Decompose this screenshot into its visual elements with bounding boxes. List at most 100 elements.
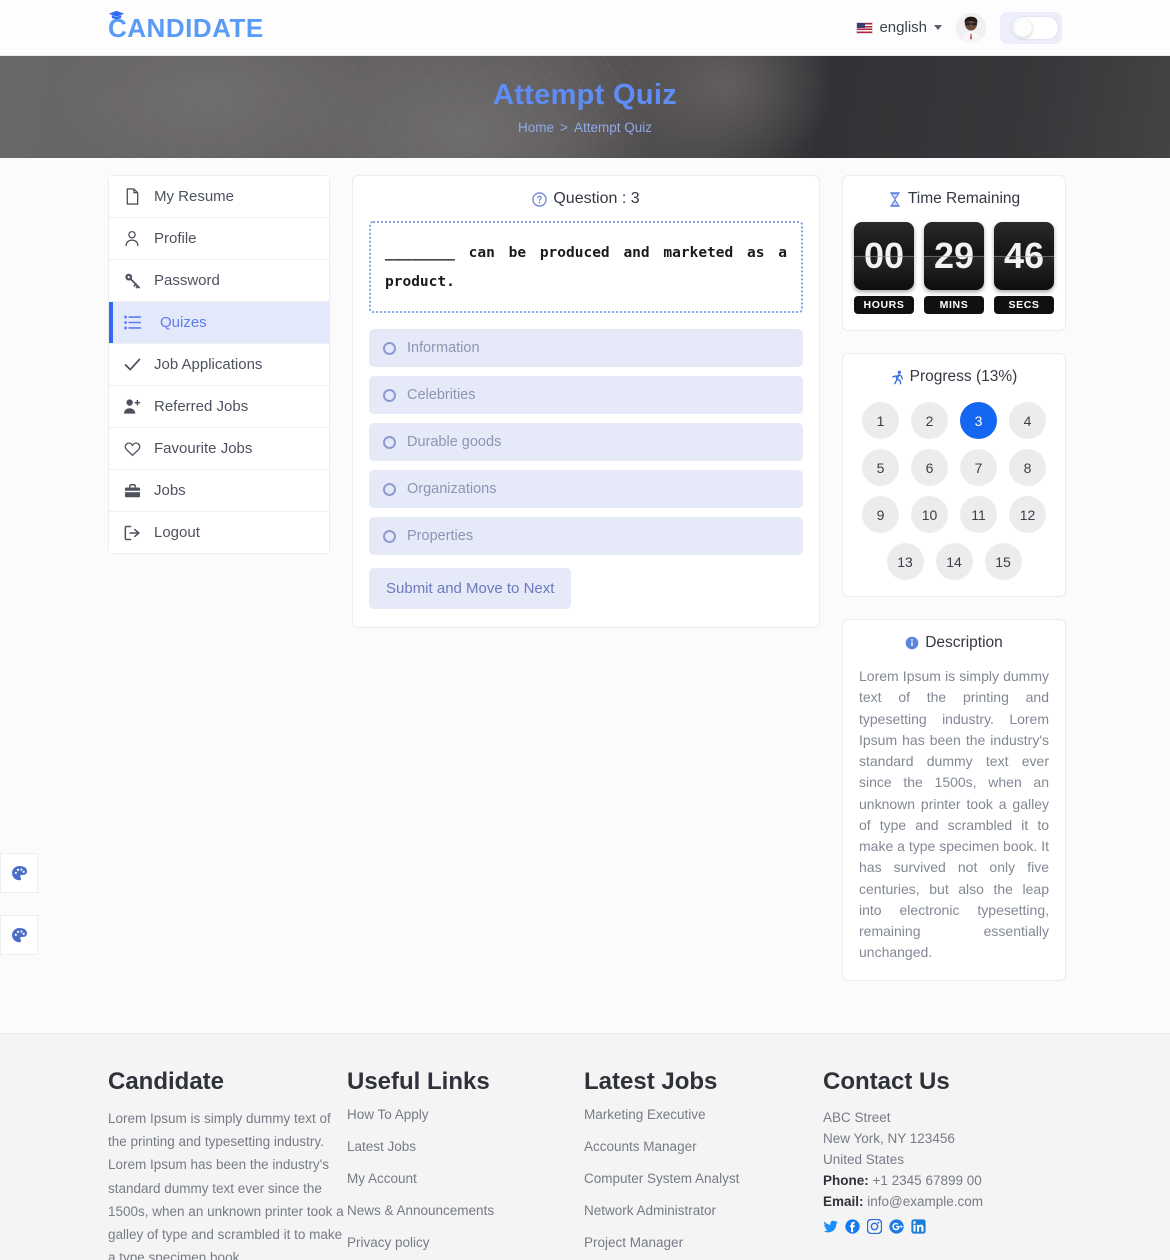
radio-icon[interactable] bbox=[383, 388, 396, 402]
sidebar-item-favourite-jobs[interactable]: Favourite Jobs bbox=[109, 428, 329, 470]
answer-option[interactable]: Organizations bbox=[369, 470, 803, 508]
sidebar-item-password[interactable]: Password bbox=[109, 260, 329, 302]
footer-latest-jobs-column: Latest Jobs Marketing Executive Accounts … bbox=[584, 1068, 823, 1260]
sidebar-item-quizes[interactable]: Quizes bbox=[109, 302, 329, 344]
briefcase-icon bbox=[123, 483, 141, 499]
answer-option[interactable]: Celebrities bbox=[369, 376, 803, 414]
question-nav-item[interactable]: 7 bbox=[960, 449, 997, 486]
question-nav-item[interactable]: 2 bbox=[911, 402, 948, 439]
sidebar-item-job-applications[interactable]: Job Applications bbox=[109, 344, 329, 386]
answer-option-label: Properties bbox=[407, 528, 474, 544]
answer-option[interactable]: Information bbox=[369, 329, 803, 367]
footer-useful-link[interactable]: News & Announcements bbox=[347, 1203, 584, 1218]
user-avatar[interactable] bbox=[956, 12, 986, 43]
sidebar-item-logout[interactable]: Logout bbox=[109, 512, 329, 553]
sidebar-item-label: Jobs bbox=[154, 482, 186, 499]
footer-useful-link[interactable]: My Account bbox=[347, 1171, 584, 1186]
question-header: Question : 3 bbox=[369, 190, 803, 208]
list-icon bbox=[123, 315, 141, 330]
footer-jobs-title: Latest Jobs bbox=[584, 1068, 718, 1095]
question-box: ________ can be produced and marketed as… bbox=[369, 221, 803, 313]
footer-brand-text: Lorem Ipsum is simply dummy text of the … bbox=[108, 1111, 344, 1260]
contact-phone-value: +1 2345 67899 00 bbox=[872, 1173, 982, 1189]
sidebar-item-my-resume[interactable]: My Resume bbox=[109, 176, 329, 218]
logout-icon bbox=[123, 525, 141, 541]
radio-icon[interactable] bbox=[383, 482, 396, 496]
contact-city: New York, NY 123456 bbox=[823, 1131, 955, 1147]
main-content: My Resume Profile Password Quizes Job Applic… bbox=[0, 158, 1170, 1033]
user-icon bbox=[123, 230, 141, 247]
language-label: english bbox=[879, 19, 927, 36]
question-nav-item[interactable]: 4 bbox=[1009, 402, 1046, 439]
question-nav-item[interactable]: 3 bbox=[960, 402, 997, 439]
breadcrumb-separator: > bbox=[560, 120, 568, 135]
contact-email-value[interactable]: info@example.com bbox=[867, 1194, 983, 1209]
info-icon bbox=[905, 636, 919, 650]
question-nav-item[interactable]: 13 bbox=[886, 543, 924, 580]
radio-icon[interactable] bbox=[383, 529, 396, 543]
footer-job-link[interactable]: Network Administrator bbox=[584, 1203, 823, 1218]
footer-brand-column: Candidate Lorem Ipsum is simply dummy te… bbox=[108, 1068, 347, 1260]
facebook-icon[interactable] bbox=[845, 1219, 860, 1234]
clock-unit-label: HOURS bbox=[854, 296, 914, 314]
clock-unit-secs: 46 SECS bbox=[994, 222, 1054, 314]
us-flag-icon bbox=[856, 21, 874, 34]
linkedin-icon[interactable] bbox=[911, 1219, 926, 1234]
clock-value: 00 bbox=[854, 222, 914, 290]
footer-useful-link[interactable]: Latest Jobs bbox=[347, 1139, 584, 1154]
question-nav-item[interactable]: 15 bbox=[984, 543, 1022, 580]
question-text: ________ can be produced and marketed as… bbox=[385, 245, 787, 290]
contact-country: United States bbox=[823, 1152, 905, 1168]
question-nav-item[interactable]: 12 bbox=[1009, 496, 1046, 533]
progress-header: Progress (13%) bbox=[855, 368, 1053, 386]
footer-useful-link[interactable]: Privacy policy bbox=[347, 1235, 584, 1250]
footer-useful-title: Useful Links bbox=[346, 1068, 490, 1095]
sidebar-item-jobs[interactable]: Jobs bbox=[109, 470, 329, 512]
social-links bbox=[823, 1219, 1062, 1235]
clock-unit-label: MINS bbox=[924, 296, 984, 314]
palette-icon bbox=[11, 927, 27, 942]
twitter-icon[interactable] bbox=[823, 1219, 838, 1234]
question-nav-item[interactable]: 14 bbox=[935, 543, 973, 580]
question-circle-icon bbox=[532, 191, 548, 207]
sidebar-item-label: Favourite Jobs bbox=[154, 440, 253, 457]
question-nav-item[interactable]: 5 bbox=[862, 449, 899, 486]
question-nav-item[interactable]: 6 bbox=[911, 449, 948, 486]
question-nav-item[interactable]: 8 bbox=[1009, 449, 1046, 486]
hourglass-icon bbox=[889, 191, 900, 207]
clock-unit-hours: 00 HOURS bbox=[854, 222, 914, 314]
sidebar-item-referred-jobs[interactable]: Referred Jobs bbox=[109, 386, 329, 428]
site-logo[interactable]: CANDIDATE bbox=[108, 10, 264, 41]
question-nav-item[interactable]: 11 bbox=[960, 496, 997, 533]
clock-value: 29 bbox=[924, 222, 984, 290]
footer-job-link[interactable]: Project Manager bbox=[584, 1235, 823, 1250]
toggle-knob bbox=[1012, 16, 1058, 39]
instagram-icon[interactable] bbox=[866, 1219, 883, 1235]
question-nav-item[interactable]: 1 bbox=[862, 402, 899, 439]
answer-option-label: Durable goods bbox=[407, 434, 502, 450]
theme-palette-button-2[interactable] bbox=[0, 915, 38, 955]
sidebar-item-profile[interactable]: Profile bbox=[109, 218, 329, 260]
question-nav-item[interactable]: 9 bbox=[862, 496, 899, 533]
language-selector[interactable]: english bbox=[856, 19, 942, 36]
top-bar-actions: english bbox=[856, 11, 1062, 44]
googleplus-icon[interactable] bbox=[889, 1219, 904, 1234]
sidebar-item-label: My Resume bbox=[154, 188, 235, 205]
footer-job-link[interactable]: Marketing Executive bbox=[584, 1107, 823, 1122]
question-label: Question : 3 bbox=[553, 190, 640, 207]
key-icon bbox=[123, 272, 141, 289]
question-nav-item[interactable]: 10 bbox=[911, 496, 948, 533]
answer-option[interactable]: Durable goods bbox=[369, 423, 803, 461]
clock-unit-label: SECS bbox=[994, 296, 1054, 314]
theme-toggle[interactable] bbox=[1000, 11, 1062, 44]
footer-useful-link[interactable]: How To Apply bbox=[347, 1107, 584, 1122]
breadcrumb-home[interactable]: Home bbox=[518, 120, 554, 135]
radio-icon[interactable] bbox=[383, 341, 396, 355]
submit-and-next-button[interactable]: Submit and Move to Next bbox=[369, 568, 572, 609]
footer-job-link[interactable]: Accounts Manager bbox=[584, 1139, 823, 1154]
footer-job-link[interactable]: Computer System Analyst bbox=[584, 1171, 823, 1186]
radio-icon[interactable] bbox=[383, 435, 396, 449]
answer-option[interactable]: Properties bbox=[369, 517, 803, 555]
contact-phone-label: Phone: bbox=[823, 1173, 869, 1189]
theme-palette-button-1[interactable] bbox=[0, 853, 38, 893]
